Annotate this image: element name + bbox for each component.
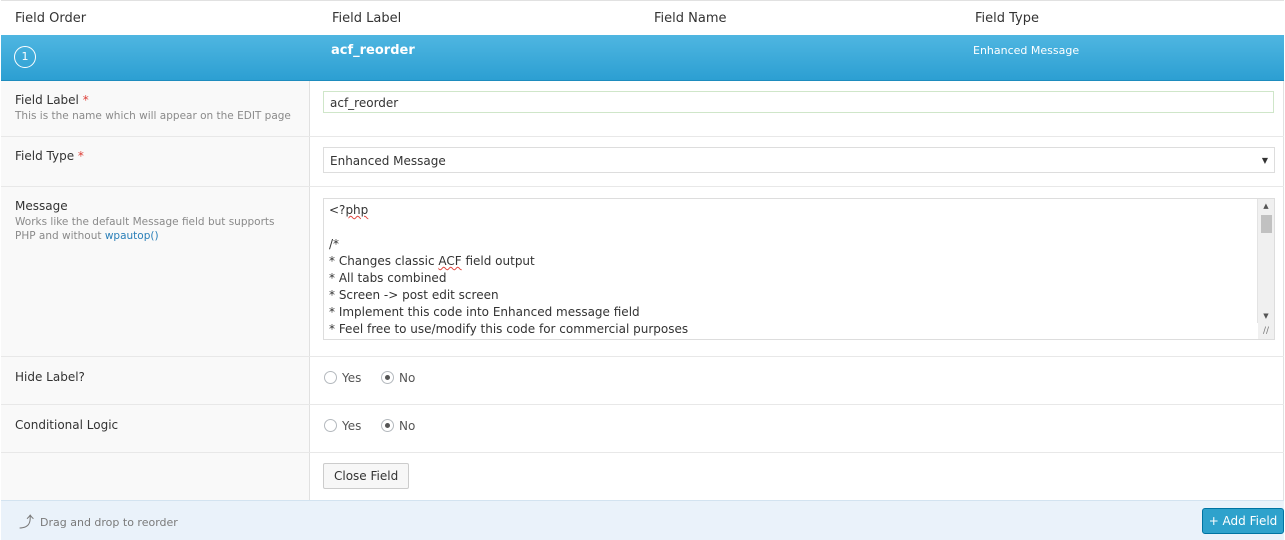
field-label-description: This is the name which will appear on th… [15,110,291,122]
message-code-editor[interactable]: <?php /* * Changes classic ACF field outpu… [323,198,1275,340]
header-field-label: Field Label [332,11,402,26]
code-line: * All tabs combined [329,271,447,285]
scrollbar-thumb[interactable] [1261,215,1272,233]
close-field-button[interactable]: Close Field [323,463,410,489]
drag-arrow-icon: ⤴ [19,513,35,531]
setting-message: Message Works like the default Message f… [1,187,1284,357]
radio-unchecked-icon [324,371,337,384]
spellcheck-word: php [345,203,369,217]
required-asterisk: * [82,93,89,107]
field-label-input[interactable]: acf_reorder [323,91,1274,113]
dropdown-arrow-icon: ▼ [1261,156,1268,165]
radio-unchecked-icon [324,419,337,432]
hide-label-yes-radio[interactable]: Yes [324,371,361,385]
add-field-button[interactable]: + Add Field [1202,508,1284,534]
field-row-label[interactable]: acf_reorder [331,43,415,58]
field-type-title: Field Type [15,149,75,163]
radio-checked-icon [381,419,394,432]
scroll-up-arrow-icon[interactable]: ▲ [1258,199,1274,213]
hide-label-title: Hide Label? [15,370,85,384]
field-label-title: Field Label [15,93,79,107]
scroll-down-arrow-icon[interactable]: ▼ [1258,309,1274,323]
wpautop-link[interactable]: wpautop() [105,230,159,242]
setting-label-column: Field Type * [1,137,310,186]
field-order-badge[interactable]: 1 [14,46,36,68]
table-header: Field Order Field Label Field Name Field… [1,1,1284,36]
code-line: * Changes classic ACF field output [329,254,535,268]
setting-hide-label: Hide Label? Yes No [1,357,1284,405]
code-line: * Implement this code into Enhanced mess… [329,305,640,319]
resize-handle-icon[interactable]: ∕∕ [1258,323,1274,339]
setting-conditional-logic: Conditional Logic Yes No [1,405,1284,453]
radio-checked-icon [381,371,394,384]
field-type-selected-value: Enhanced Message [330,154,446,168]
message-description: Works like the default Message field but… [15,216,275,242]
code-line: /* [329,237,340,251]
setting-label-column: Message Works like the default Message f… [1,187,310,356]
spellcheck-word: ACF [438,254,462,268]
header-field-name: Field Name [654,11,727,26]
code-line: * Feel free to use/modify this code for … [329,322,689,336]
code-line: <?php [329,203,369,217]
setting-label-column: Field Label * This is the name which wil… [1,81,310,136]
setting-label-column: Hide Label? [1,357,310,404]
field-row-type: Enhanced Message [973,44,1080,57]
editor-scrollbar[interactable]: ▲ ▼ [1257,199,1274,323]
header-field-order: Field Order [15,11,87,26]
table-footer: ⤴ Drag and drop to reorder + Add Field [1,500,1284,540]
conditional-logic-yes-radio[interactable]: Yes [324,419,361,433]
setting-label-column: Conditional Logic [1,405,310,452]
drag-hint: ⤴ Drag and drop to reorder [19,513,178,531]
message-title: Message [15,199,68,213]
message-code-lines[interactable]: <?php /* * Changes classic ACF field outpu… [329,202,688,338]
setting-field-type: Field Type * Enhanced Message ▼ [1,137,1284,187]
header-field-type: Field Type [975,11,1039,26]
setting-close: Close Field [1,453,1284,500]
field-row-acf-reorder[interactable]: 1 acf_reorder Enhanced Message [1,35,1284,81]
code-line: * Screen -> post edit screen [329,288,499,302]
setting-label-column [1,453,310,500]
conditional-logic-title: Conditional Logic [15,418,119,432]
hide-label-no-radio[interactable]: No [381,371,415,385]
conditional-logic-no-radio[interactable]: No [381,419,415,433]
setting-field-label: Field Label * This is the name which wil… [1,81,1284,137]
required-asterisk: * [77,149,84,163]
field-type-select[interactable]: Enhanced Message ▼ [323,147,1275,173]
